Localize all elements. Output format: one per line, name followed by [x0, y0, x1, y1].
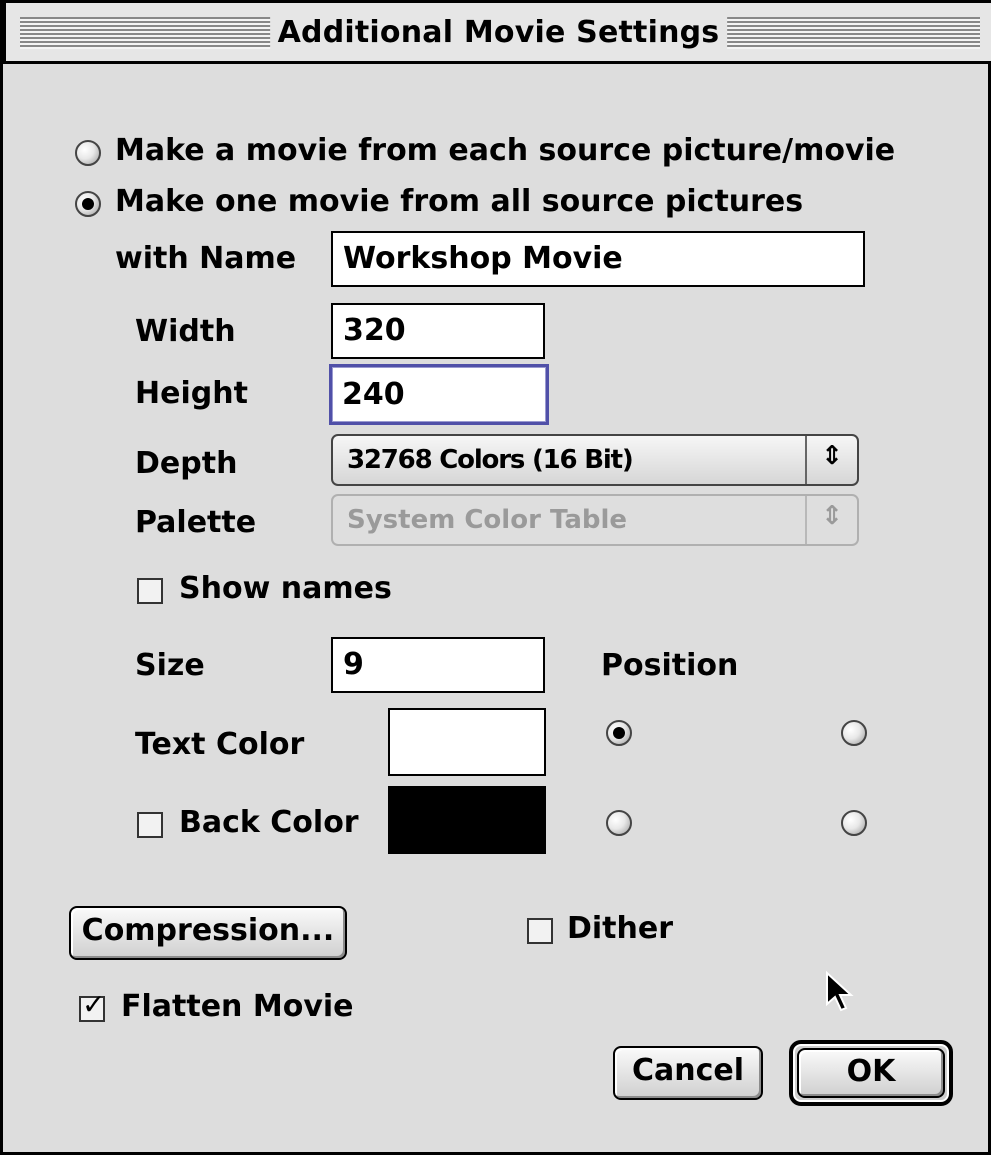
palette-label: Palette: [135, 505, 257, 540]
depth-select-value: 32768 Colors (16 Bit): [347, 445, 634, 475]
position-top-right-radio[interactable]: [841, 720, 867, 746]
text-color-label: Text Color: [135, 727, 305, 762]
dialog-window: Additional Movie Settings Make a movie f…: [0, 0, 991, 1155]
compression-button[interactable]: Compression...: [69, 906, 347, 960]
select-arrows-icon: ⇕: [805, 496, 857, 544]
title-bar[interactable]: Additional Movie Settings: [3, 0, 991, 64]
show-names-checkbox[interactable]: [137, 578, 163, 604]
flatten-movie-label[interactable]: Flatten Movie: [121, 988, 354, 1026]
back-color-label[interactable]: Back Color: [179, 804, 359, 842]
checkmark-icon: ✓: [82, 988, 106, 1021]
radio-each-source-movie[interactable]: [75, 140, 101, 166]
height-field[interactable]: 240: [329, 364, 549, 425]
position-label: Position: [601, 648, 739, 683]
back-color-checkbox[interactable]: [137, 812, 163, 838]
mouse-pointer-icon: [826, 970, 854, 1012]
palette-select[interactable]: System Color Table ⇕: [331, 494, 859, 546]
text-color-swatch[interactable]: [388, 708, 546, 776]
dialog-title: Additional Movie Settings: [269, 13, 728, 53]
ok-button[interactable]: OK: [797, 1048, 945, 1098]
radio-one-movie-label[interactable]: Make one movie from all source pictures: [115, 183, 803, 221]
back-color-swatch[interactable]: [388, 786, 546, 854]
height-label: Height: [135, 376, 248, 411]
dither-label[interactable]: Dither: [567, 910, 673, 948]
size-label: Size: [135, 648, 205, 683]
radio-each-source-label[interactable]: Make a movie from each source picture/mo…: [115, 132, 895, 170]
width-label: Width: [135, 314, 236, 349]
cancel-button[interactable]: Cancel: [613, 1046, 763, 1100]
position-top-left-radio[interactable]: [606, 720, 632, 746]
palette-select-value: System Color Table: [347, 505, 628, 535]
position-bottom-right-radio[interactable]: [841, 810, 867, 836]
depth-label: Depth: [135, 446, 238, 481]
show-names-label[interactable]: Show names: [179, 570, 392, 608]
dither-checkbox[interactable]: [527, 918, 553, 944]
width-field[interactable]: 320: [331, 303, 545, 359]
flatten-movie-checkbox[interactable]: ✓: [79, 990, 105, 1022]
depth-select[interactable]: 32768 Colors (16 Bit) ⇕: [331, 434, 859, 486]
movie-name-field[interactable]: Workshop Movie: [331, 231, 865, 287]
size-field[interactable]: 9: [331, 637, 545, 693]
name-label: with Name: [115, 241, 297, 276]
position-bottom-left-radio[interactable]: [606, 810, 632, 836]
select-arrows-icon: ⇕: [805, 436, 857, 484]
radio-one-movie[interactable]: [75, 191, 101, 217]
